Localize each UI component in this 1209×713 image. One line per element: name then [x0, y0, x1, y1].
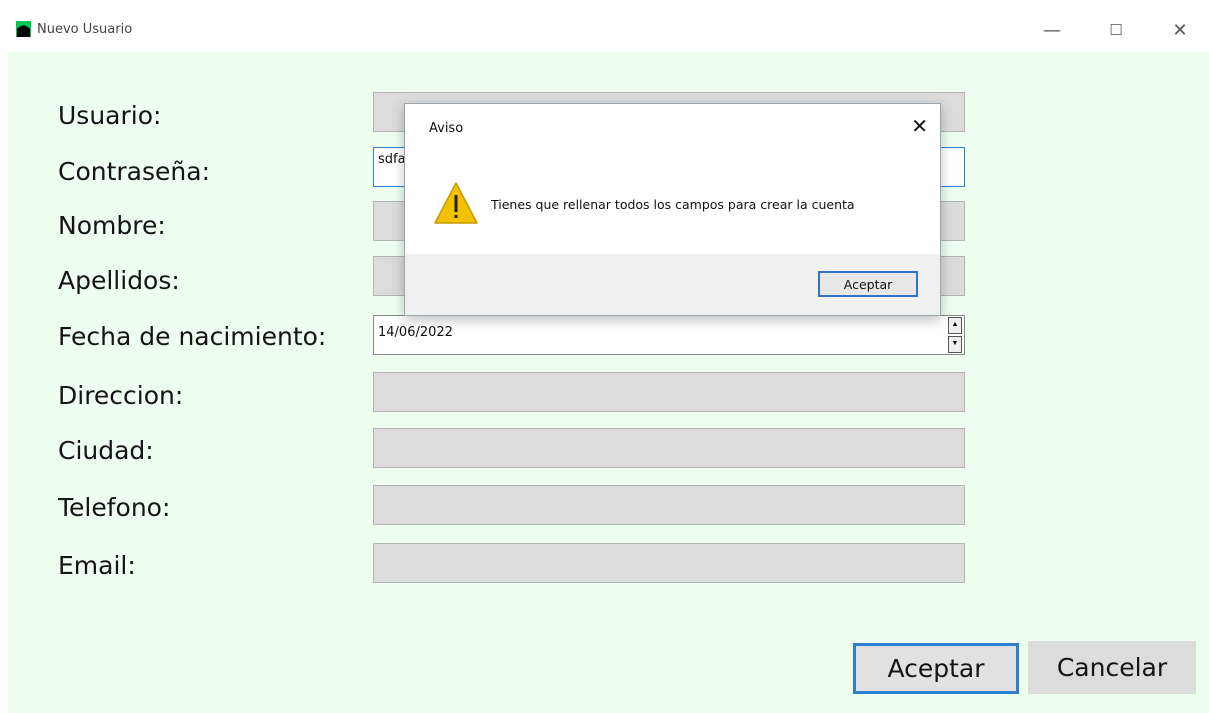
window-title: Nuevo Usuario [37, 22, 133, 37]
fecha-nacimiento-value: 14/06/2022 [378, 325, 453, 340]
spin-up-icon[interactable]: ▲ [948, 317, 962, 334]
label-direccion: Direccion: [58, 381, 184, 410]
dialog-footer: Aceptar [405, 254, 940, 315]
accept-button[interactable]: Aceptar [853, 643, 1019, 694]
email-input[interactable] [373, 543, 965, 583]
label-email: Email: [58, 551, 136, 580]
direccion-input[interactable] [373, 372, 965, 412]
minimize-button[interactable]: — [1032, 14, 1072, 46]
warning-icon [434, 182, 478, 224]
label-fecha-nacimiento: Fecha de nacimiento: [58, 322, 327, 351]
cancel-button[interactable]: Cancelar [1028, 641, 1196, 694]
telefono-input[interactable] [373, 485, 965, 525]
app-icon [16, 21, 31, 37]
label-nombre: Nombre: [58, 211, 166, 240]
close-button[interactable]: ✕ [1160, 14, 1200, 46]
maximize-button[interactable]: ☐ [1096, 14, 1136, 46]
dialog-message: Tienes que rellenar todos los campos par… [491, 197, 855, 212]
label-usuario: Usuario: [58, 101, 162, 130]
warning-dialog: Aviso ✕ Tienes que rellenar todos los ca… [404, 103, 941, 316]
label-ciudad: Ciudad: [58, 436, 154, 465]
dialog-close-icon[interactable]: ✕ [911, 114, 928, 138]
contrasena-value: sdfa [378, 152, 406, 167]
label-contrasena: Contraseña: [58, 157, 210, 186]
date-spinner[interactable]: ▲ ▼ [948, 317, 962, 353]
label-apellidos: Apellidos: [58, 266, 180, 295]
dialog-accept-button[interactable]: Aceptar [818, 271, 918, 297]
dialog-title: Aviso [429, 121, 464, 136]
ciudad-input[interactable] [373, 428, 965, 468]
title-bar: Nuevo Usuario — ☐ ✕ [0, 0, 1209, 52]
spin-down-icon[interactable]: ▼ [948, 336, 962, 353]
fecha-nacimiento-input[interactable]: 14/06/2022 ▲ ▼ [373, 315, 965, 355]
label-telefono: Telefono: [58, 493, 171, 522]
